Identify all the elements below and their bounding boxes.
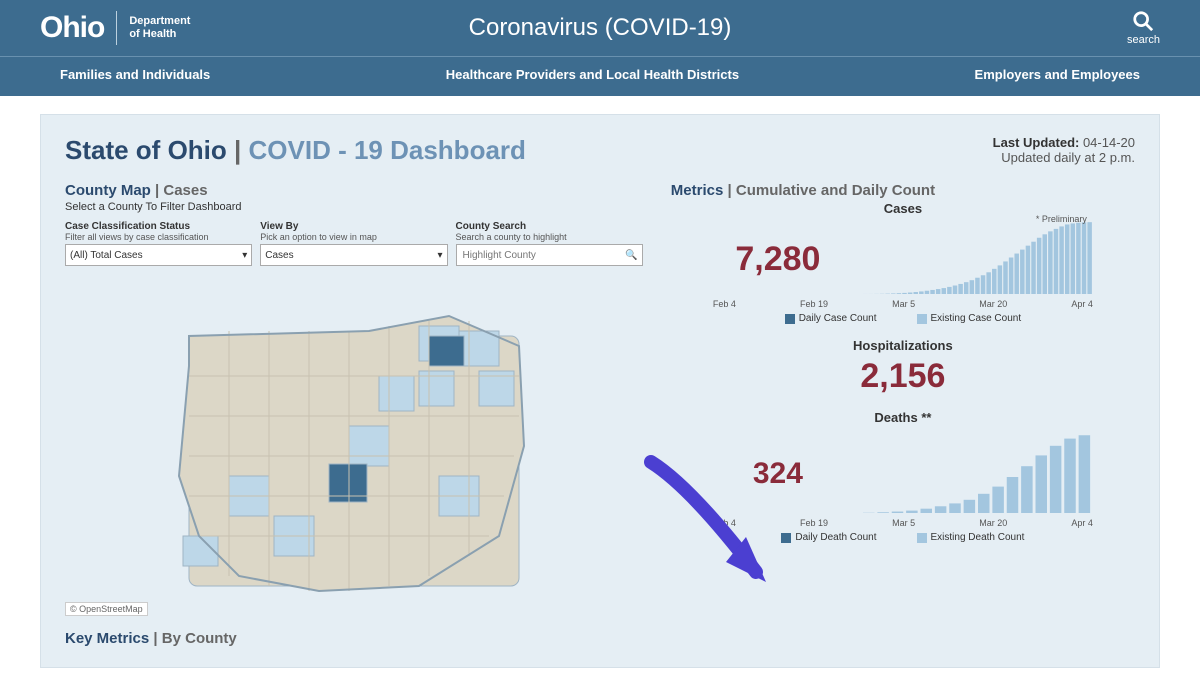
filter-viewby-select[interactable]: Cases▾ — [260, 244, 447, 266]
chevron-down-icon: ▾ — [438, 250, 443, 261]
page-title: Coronavirus (COVID-19) — [469, 14, 732, 42]
filter-classification-label: Case Classification Status — [65, 221, 252, 232]
nav-item-families[interactable]: Families and Individuals — [60, 67, 210, 82]
map-filters: Case Classification Status Filter all vi… — [65, 221, 643, 266]
key-metrics-title: Key Metrics | By County — [65, 630, 643, 647]
metric-cases: Cases 7,280 * Preliminary Feb 4Feb 19Mar… — [671, 201, 1135, 324]
deaths-legend: Daily Death Count Existing Death Count — [671, 532, 1135, 543]
hospitalizations-value: 2,156 — [671, 357, 1135, 396]
filter-county-search[interactable]: 🔍 — [456, 244, 643, 266]
deaths-chart[interactable] — [863, 429, 1093, 518]
county-map[interactable]: © OpenStreetMap — [65, 276, 643, 616]
county-map-title: County Map | Cases — [65, 182, 643, 199]
primary-nav: Families and Individuals Healthcare Prov… — [0, 56, 1200, 96]
logo-subtext: Departmentof Health — [129, 15, 190, 41]
county-search-input[interactable] — [461, 249, 626, 262]
metric-hospitalizations: Hospitalizations 2,156 — [671, 338, 1135, 396]
dashboard-title: State of Ohio | COVID - 19 Dashboard — [65, 135, 526, 166]
filter-viewby-label: View By — [260, 221, 447, 232]
nav-item-employers[interactable]: Employers and Employees — [975, 67, 1140, 82]
metrics-section-title: Metrics | Cumulative and Daily Count — [671, 182, 1135, 199]
dashboard-panel: State of Ohio | COVID - 19 Dashboard Las… — [40, 114, 1160, 668]
search-button[interactable]: search — [1127, 10, 1160, 46]
logo-divider — [116, 11, 117, 45]
county-map-subtext: Select a County To Filter Dashboard — [65, 201, 643, 213]
filter-county-label: County Search — [456, 221, 643, 232]
cases-legend: Daily Case Count Existing Case Count — [671, 313, 1135, 324]
cases-value: 7,280 — [713, 240, 843, 279]
search-icon: 🔍 — [625, 250, 637, 261]
site-header: Ohio Departmentof Health Coronavirus (CO… — [0, 0, 1200, 56]
cases-chart[interactable]: * Preliminary — [863, 220, 1093, 299]
search-icon — [1132, 10, 1154, 32]
map-attribution[interactable]: © OpenStreetMap — [65, 602, 148, 616]
deaths-axis-ticks: Feb 4Feb 19Mar 5Mar 20Apr 4 — [713, 518, 1093, 528]
metric-deaths: Deaths ** 324 Feb 4Feb 19Mar 5Mar 20Apr … — [671, 410, 1135, 543]
filter-classification-select[interactable]: (All) Total Cases▾ — [65, 244, 252, 266]
nav-item-providers[interactable]: Healthcare Providers and Local Health Di… — [446, 67, 739, 82]
cases-axis-ticks: Feb 4Feb 19Mar 5Mar 20Apr 4 — [713, 299, 1093, 309]
logo-text: Ohio — [40, 11, 104, 45]
last-updated: Last Updated: 04-14-20 Updated daily at … — [993, 135, 1135, 165]
logo[interactable]: Ohio Departmentof Health — [40, 11, 190, 45]
chevron-down-icon: ▾ — [242, 250, 247, 261]
deaths-value: 324 — [713, 457, 843, 491]
